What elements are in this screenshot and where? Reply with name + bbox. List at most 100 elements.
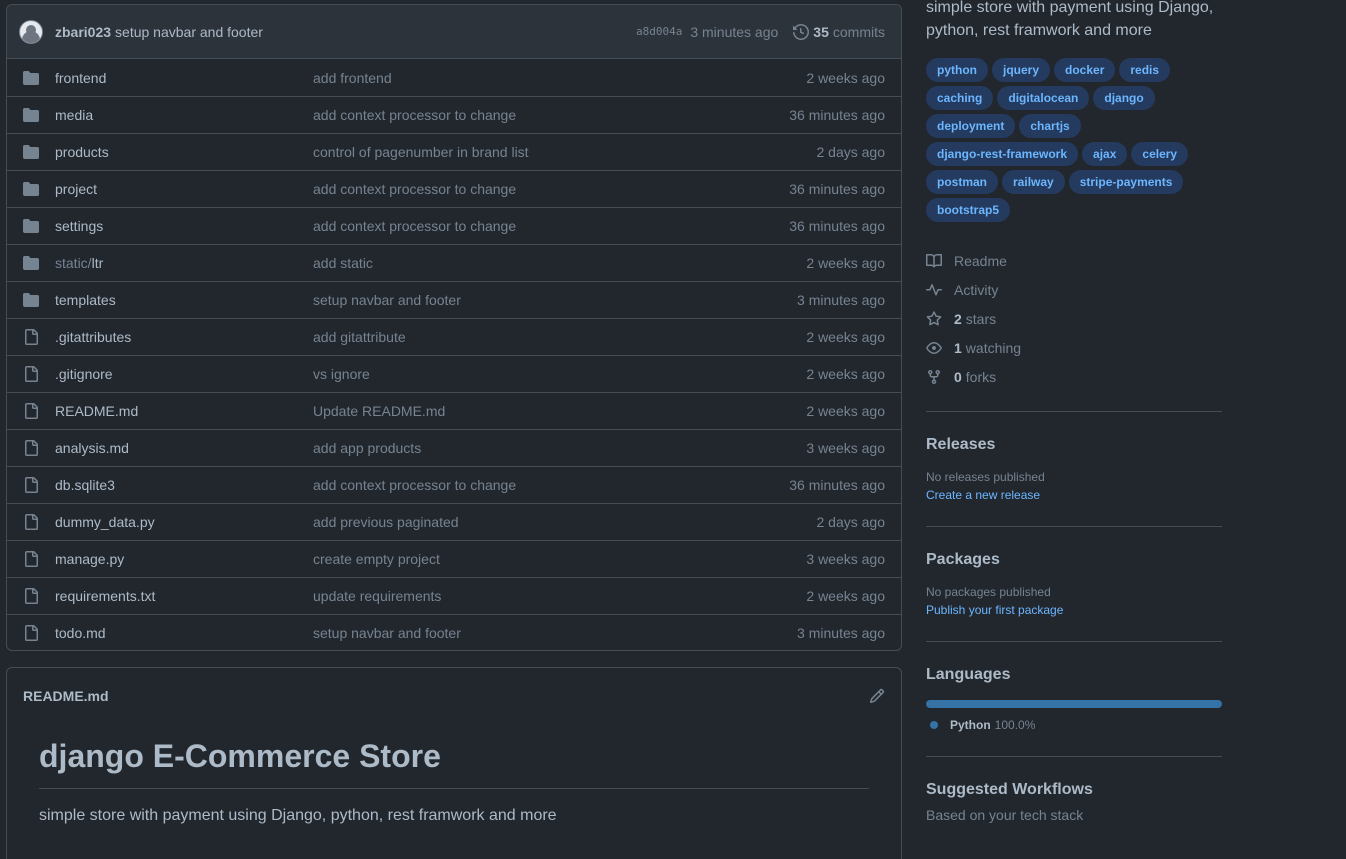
- publish-package-link[interactable]: Publish your first package: [926, 603, 1222, 617]
- file-row[interactable]: frontend add frontend 2 weeks ago: [7, 59, 901, 96]
- file-row[interactable]: static/ltr add static 2 weeks ago: [7, 244, 901, 281]
- author-avatar[interactable]: [19, 19, 43, 44]
- file-name-link[interactable]: settings: [55, 218, 313, 234]
- file-row[interactable]: settings add context processor to change 3…: [7, 207, 901, 244]
- topic-tag[interactable]: django-rest-framework: [926, 142, 1079, 166]
- file-name-link[interactable]: todo.md: [55, 625, 313, 641]
- file-row[interactable]: analysis.md add app products 3 weeks ago: [7, 429, 901, 466]
- file-commit-message[interactable]: setup navbar and footer: [313, 625, 797, 641]
- releases-heading[interactable]: Releases: [926, 436, 1222, 454]
- file-commit-age: 3 weeks ago: [806, 551, 885, 567]
- file-commit-message[interactable]: add previous paginated: [313, 514, 817, 530]
- file-row[interactable]: media add context processor to change 36 m…: [7, 96, 901, 133]
- file-commit-age: 2 weeks ago: [806, 69, 885, 86]
- file-row[interactable]: .gitattributes add gitattribute 2 weeks ag…: [7, 318, 901, 355]
- file-commit-age: 2 weeks ago: [806, 255, 885, 271]
- about-description: simple store with payment using Django, …: [926, 0, 1214, 39]
- folder-icon: [23, 70, 39, 86]
- topic-tag[interactable]: jquery: [992, 58, 1051, 82]
- file-commit-message[interactable]: control of pagenumber in brand list: [313, 144, 817, 160]
- topic-tag[interactable]: deployment: [926, 114, 1016, 138]
- create-release-link[interactable]: Create a new release: [926, 488, 1222, 502]
- topic-tag[interactable]: python: [926, 58, 988, 82]
- file-row[interactable]: requirements.txt update requirements 2 wee…: [7, 577, 901, 614]
- commit-message-link[interactable]: setup navbar and footer: [115, 24, 263, 40]
- topic-tag[interactable]: digitalocean: [997, 86, 1090, 110]
- topic-tag[interactable]: docker: [1054, 58, 1116, 82]
- file-row[interactable]: README.md Update README.md 2 weeks ago: [7, 392, 901, 429]
- file-commit-message[interactable]: vs ignore: [313, 366, 806, 382]
- file-name-link[interactable]: manage.py: [55, 551, 313, 567]
- file-name-link[interactable]: analysis.md: [55, 440, 313, 456]
- topic-tag[interactable]: stripe-payments: [1068, 170, 1184, 194]
- watching-label: watching: [965, 339, 1022, 356]
- file-row[interactable]: .gitignore vs ignore 2 weeks ago: [7, 355, 901, 392]
- topic-tag[interactable]: django: [1093, 86, 1155, 110]
- file-name-link[interactable]: products: [55, 144, 313, 160]
- file-commit-message[interactable]: add context processor to change: [313, 107, 789, 123]
- file-commit-age: 2 weeks ago: [806, 403, 885, 419]
- edit-readme-button[interactable]: [869, 688, 885, 704]
- file-name-link[interactable]: requirements.txt: [55, 588, 313, 604]
- file-name-prefix: static/: [55, 255, 92, 271]
- file-name: README.md: [55, 403, 139, 419]
- topic-tag[interactable]: caching: [926, 86, 994, 110]
- topic-tag[interactable]: ajax: [1082, 142, 1128, 166]
- file-commit-age: 2 days ago: [816, 514, 886, 530]
- file-row[interactable]: templates setup navbar and footer 3 minute…: [7, 281, 901, 318]
- readme-link[interactable]: Readme: [926, 246, 1222, 275]
- topic-tag[interactable]: postman: [926, 170, 999, 194]
- file-name-link[interactable]: .gitignore: [55, 366, 313, 382]
- topic-tag[interactable]: chartjs: [1019, 114, 1081, 138]
- readme-file-link[interactable]: README.md: [23, 688, 109, 704]
- folder-icon: [23, 292, 39, 308]
- file-row[interactable]: products control of pagenumber in brand l…: [7, 133, 901, 170]
- commits-history-link[interactable]: 35 commits: [793, 24, 885, 40]
- activity-link[interactable]: Activity: [926, 275, 1222, 304]
- file-commit-message[interactable]: add static: [313, 255, 806, 271]
- commit-author-link[interactable]: zbari023: [55, 24, 111, 40]
- language-item-python[interactable]: Python 100.0%: [926, 718, 1222, 732]
- watching-link[interactable]: 1 watching: [926, 333, 1222, 362]
- file-name-link[interactable]: media: [55, 107, 313, 123]
- file-commit-message[interactable]: add context processor to change: [313, 477, 789, 493]
- file-icon: [23, 366, 39, 382]
- file-commit-message[interactable]: update requirements: [313, 588, 806, 604]
- commit-sha-link[interactable]: a8d004a: [636, 25, 682, 38]
- repo-sidebar: simple store with payment using Django, …: [926, 0, 1222, 823]
- topic-tag[interactable]: celery: [1131, 142, 1189, 166]
- file-name: project: [55, 181, 98, 197]
- file-commit-message[interactable]: add app products: [313, 440, 806, 456]
- file-commit-message[interactable]: setup navbar and footer: [313, 292, 797, 308]
- topic-tag[interactable]: railway: [1002, 170, 1065, 194]
- topic-tag[interactable]: bootstrap5: [926, 198, 1011, 222]
- file-commit-message[interactable]: create empty project: [313, 551, 806, 567]
- file-name-link[interactable]: static/ltr: [55, 255, 313, 271]
- file-row[interactable]: dummy_data.py add previous paginated 2 day…: [7, 503, 901, 540]
- file-commit-message[interactable]: add context processor to change: [313, 218, 789, 234]
- file-commit-message[interactable]: add frontend: [313, 70, 806, 86]
- file-name-link[interactable]: project: [55, 181, 313, 197]
- file-name-link[interactable]: frontend: [55, 70, 313, 86]
- file-name: frontend: [55, 69, 107, 86]
- language-bar: [926, 700, 1222, 708]
- stars-link[interactable]: 2 stars: [926, 304, 1222, 333]
- workflows-section: Suggested Workflows Based on your tech s…: [926, 757, 1222, 823]
- folder-icon: [23, 255, 39, 271]
- topic-tag[interactable]: redis: [1119, 58, 1171, 82]
- packages-heading[interactable]: Packages: [926, 551, 1222, 569]
- file-name-link[interactable]: README.md: [55, 403, 313, 419]
- file-name-link[interactable]: .gitattributes: [55, 329, 313, 345]
- file-commit-message[interactable]: Update README.md: [313, 403, 806, 419]
- file-row[interactable]: manage.py create empty project 3 weeks ago: [7, 540, 901, 577]
- forks-link[interactable]: 0 forks: [926, 362, 1222, 391]
- file-row[interactable]: project add context processor to change 36…: [7, 170, 901, 207]
- file-row[interactable]: db.sqlite3 add context processor to chang…: [7, 466, 901, 503]
- file-row[interactable]: todo.md setup navbar and footer 3 minutes …: [7, 614, 901, 650]
- file-name-link[interactable]: db.sqlite3: [55, 477, 313, 493]
- file-commit-message[interactable]: add gitattribute: [313, 329, 806, 345]
- file-name-link[interactable]: templates: [55, 292, 313, 308]
- languages-section: Languages Python 100.0%: [926, 642, 1222, 757]
- file-name-link[interactable]: dummy_data.py: [55, 514, 313, 530]
- file-commit-message[interactable]: add context processor to change: [313, 181, 789, 197]
